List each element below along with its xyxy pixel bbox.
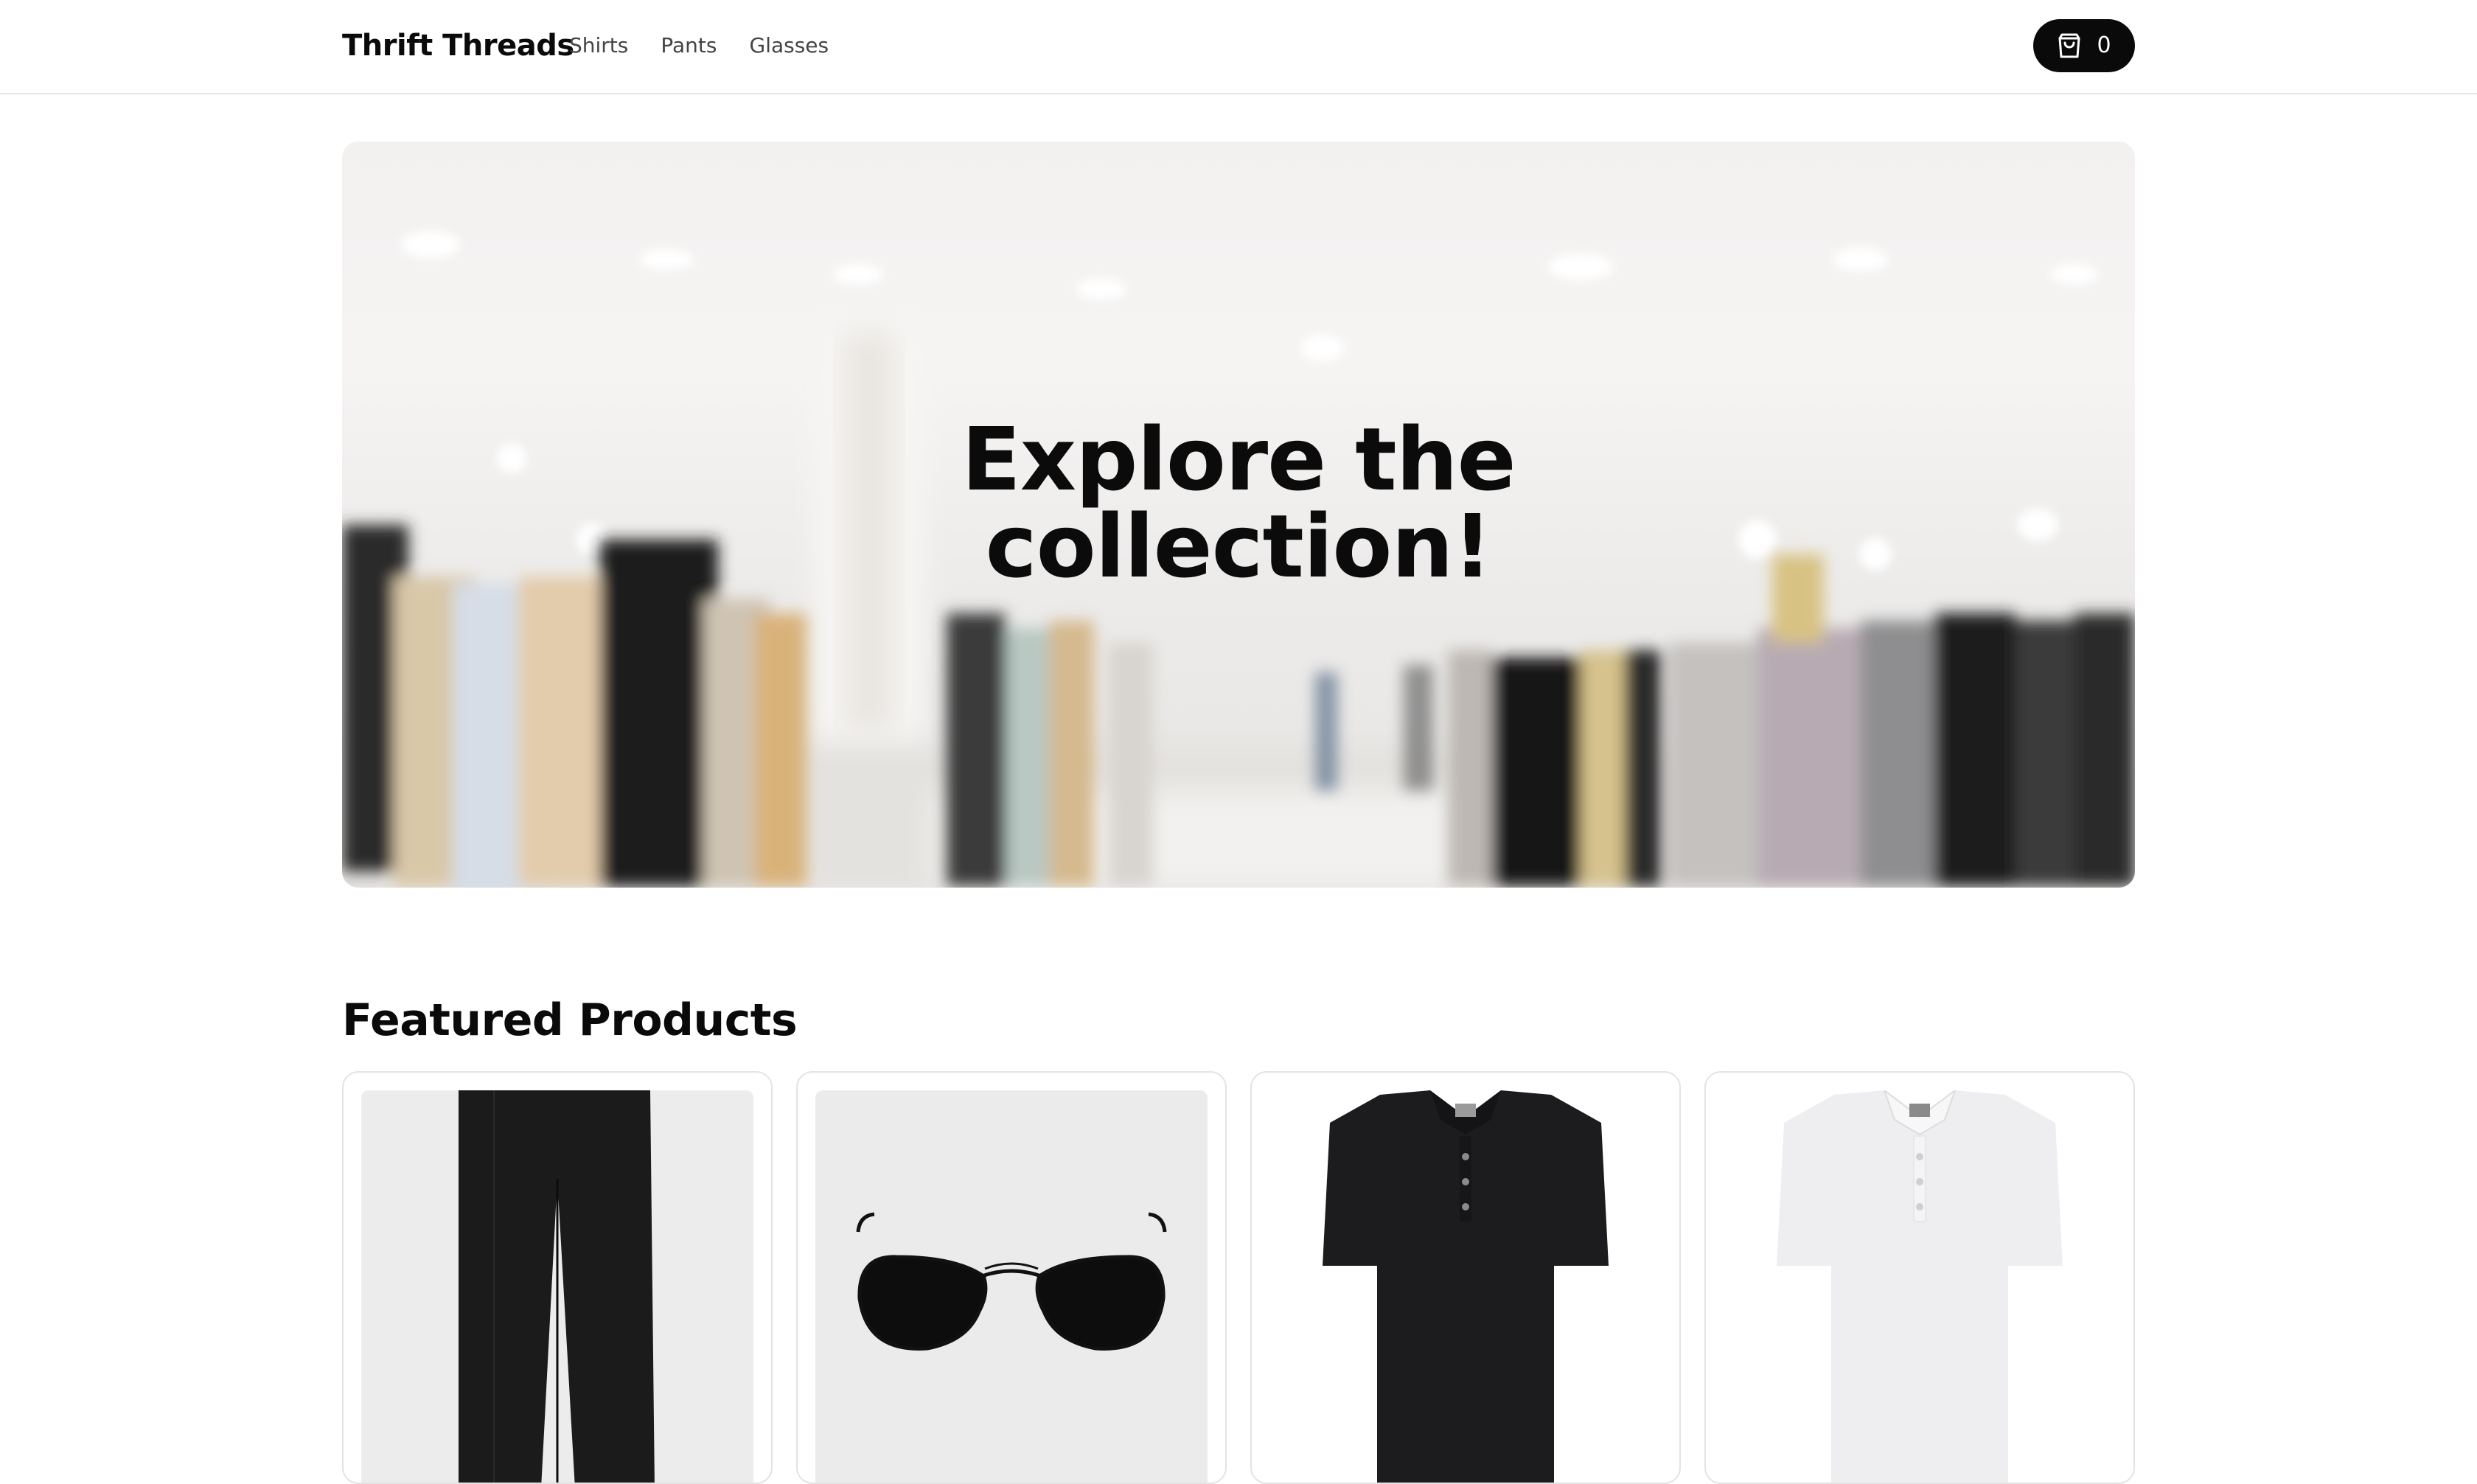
hero-title-line-2: collection! (985, 495, 1493, 597)
site-header: Thrift Threads Shirts Pants Glasses 0 (0, 0, 2477, 94)
cart-button[interactable]: 0 (2033, 19, 2135, 72)
product-card-sunglasses[interactable] (796, 1071, 1227, 1484)
nav-link-glasses[interactable]: Glasses (750, 29, 829, 62)
shopping-bag-icon (2057, 32, 2082, 59)
main-nav: Shirts Pants Glasses (569, 29, 829, 62)
nav-link-pants[interactable]: Pants (661, 29, 717, 62)
product-image-black-pants[interactable] (361, 1090, 753, 1483)
product-card-white-polo[interactable] (1704, 1071, 2135, 1484)
brand-logo[interactable]: Thrift Threads (342, 24, 574, 68)
product-image-aviator-sunglasses[interactable] (815, 1090, 1208, 1483)
featured-products-heading: Featured Products (342, 994, 798, 1046)
product-card-pants[interactable] (342, 1071, 773, 1484)
product-image-black-polo-shirt[interactable] (1269, 1090, 1662, 1483)
product-image-white-polo-shirt[interactable] (1724, 1090, 2116, 1483)
hero-title-line-1: Explore the (961, 408, 1516, 510)
hero-banner: Explore the collection! (342, 142, 2135, 888)
cart-count: 0 (2097, 32, 2111, 58)
hero-title: Explore the collection! (342, 416, 2135, 590)
nav-link-shirts[interactable]: Shirts (569, 29, 628, 62)
product-card-black-polo[interactable] (1250, 1071, 1681, 1484)
